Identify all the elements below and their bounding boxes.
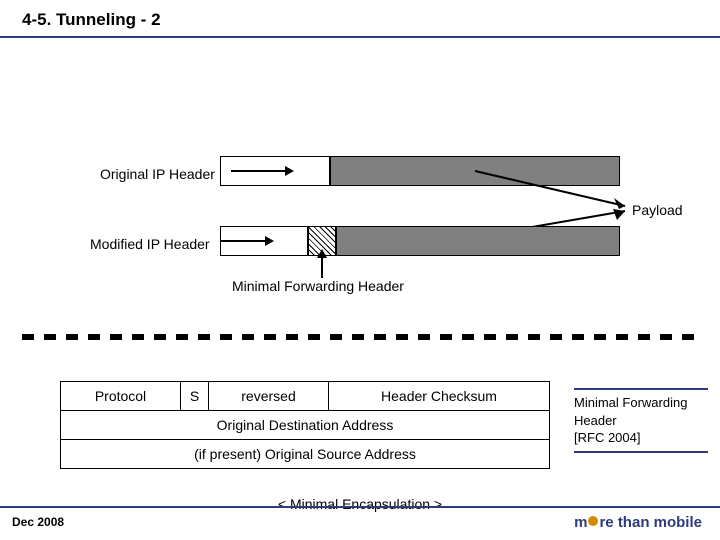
rfc-caption: Minimal Forwarding Header [RFC 2004] [574, 386, 708, 457]
checksum-cell: Header Checksum [329, 382, 549, 410]
dashed-divider [22, 334, 698, 340]
content-area: Original IP Header Payload Modified IP H… [0, 46, 720, 496]
arrow-icon [317, 249, 327, 258]
orig-dest-cell: Original Destination Address [61, 411, 549, 439]
table-row: Protocol S reversed Header Checksum [61, 382, 549, 411]
title-divider [0, 36, 720, 38]
header-format-table: Protocol S reversed Header Checksum Orig… [60, 381, 550, 469]
table-row: (if present) Original Source Address [61, 440, 549, 468]
arrow-line [231, 170, 285, 172]
minimal-forwarding-header-label: Minimal Forwarding Header [232, 278, 404, 294]
s-flag-cell: S [181, 382, 209, 410]
caption-divider [574, 388, 708, 390]
footer: Dec 2008 m re than mobile [0, 508, 720, 540]
modified-ip-header-label: Modified IP Header [90, 236, 210, 252]
footer-date: Dec 2008 [12, 515, 64, 529]
arrow-line [221, 240, 265, 242]
reversed-cell: reversed [209, 382, 329, 410]
caption-line: [RFC 2004] [574, 429, 708, 447]
modified-payload-box [336, 226, 620, 256]
orig-src-cell: (if present) Original Source Address [61, 440, 549, 468]
table-row: Original Destination Address [61, 411, 549, 440]
brand-logo: m re than mobile [574, 514, 702, 531]
arrow-line [321, 256, 323, 278]
brand-text: re than mobile [599, 514, 702, 531]
original-ip-header-label: Original IP Header [100, 166, 215, 182]
arrow-icon [285, 166, 294, 176]
brand-text: m [574, 514, 587, 531]
arrow-icon [265, 236, 274, 246]
brand-dot-icon [588, 516, 598, 526]
protocol-cell: Protocol [61, 382, 181, 410]
caption-divider [574, 451, 708, 453]
caption-line: Minimal Forwarding Header [574, 394, 708, 429]
slide-title: 4-5. Tunneling - 2 [0, 0, 720, 36]
